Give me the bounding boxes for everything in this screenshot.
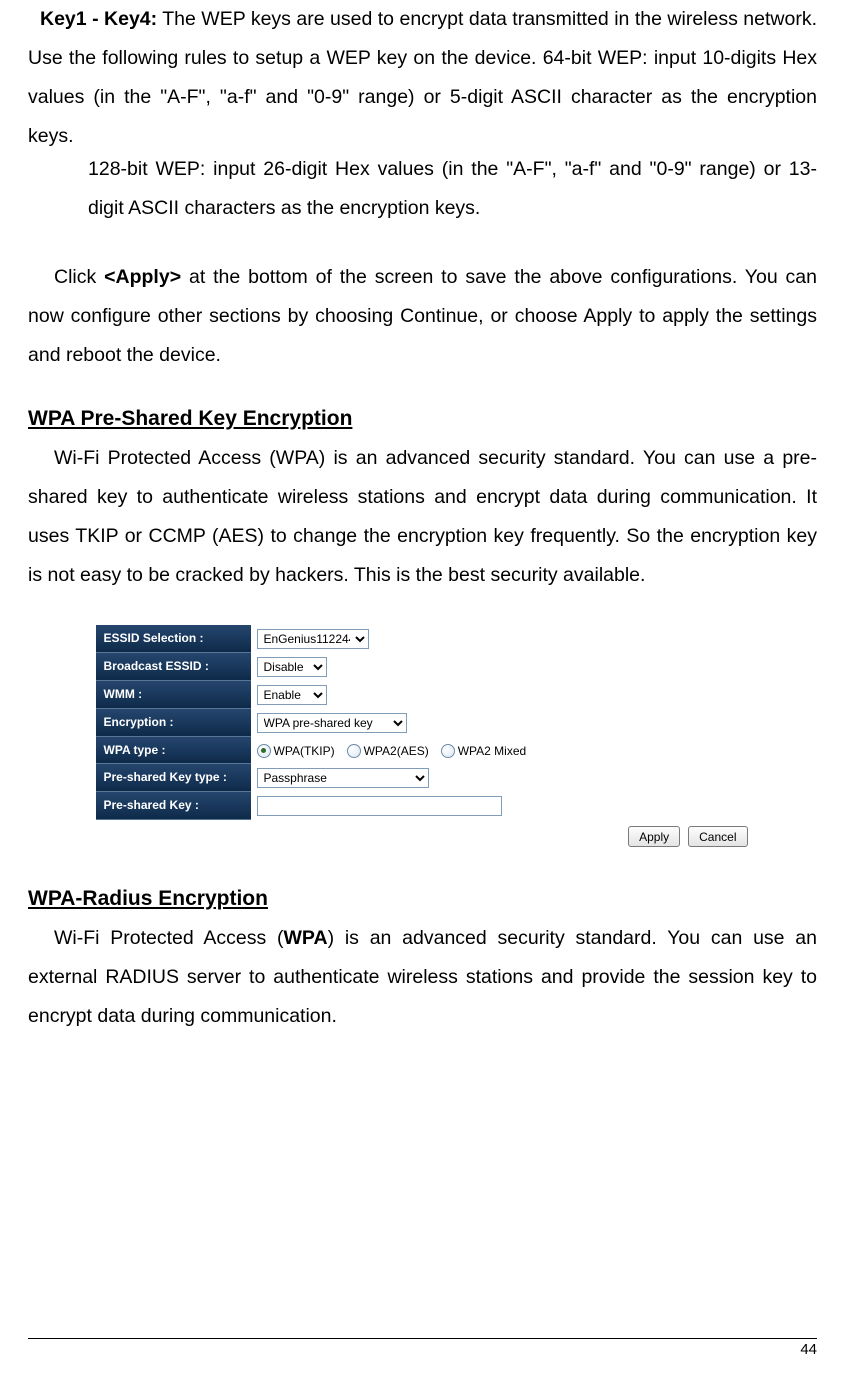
select-wmm[interactable]: Enable [257, 685, 327, 705]
radio-label-wpa2-mixed: WPA2 Mixed [458, 744, 526, 758]
select-essid[interactable]: EnGenius112244 [257, 629, 369, 649]
label-psk-type: Pre-shared Key type : [96, 764, 251, 792]
key1-key4-label: Key1 - Key4: [40, 8, 157, 30]
radio-icon [441, 744, 455, 758]
input-psk[interactable] [257, 796, 502, 816]
select-broadcast-essid[interactable]: Disable [257, 657, 327, 677]
row-encryption: Encryption : WPA pre-shared key [96, 709, 750, 737]
label-encryption: Encryption : [96, 709, 251, 737]
row-wpa-type: WPA type : WPA(TKIP) WPA2(AES) WPA2 Mixe… [96, 737, 750, 764]
form-buttons: Apply Cancel [96, 820, 750, 847]
label-wmm: WMM : [96, 681, 251, 709]
radio-icon [347, 744, 361, 758]
radio-wpa-tkip[interactable]: WPA(TKIP) [257, 744, 335, 758]
apply-paragraph: Click <Apply> at the bottom of the scree… [28, 258, 817, 375]
wpa-radius-pre: Wi-Fi Protected Access ( [54, 927, 284, 949]
row-wmm: WMM : Enable [96, 681, 750, 709]
row-broadcast-essid: Broadcast ESSID : Disable [96, 653, 750, 681]
wpa-settings-form: ESSID Selection : EnGenius112244 Broadca… [96, 625, 750, 847]
radio-wpa2-aes[interactable]: WPA2(AES) [347, 744, 429, 758]
label-essid-selection: ESSID Selection : [96, 625, 251, 653]
wep-128bit-text: 128-bit WEP: input 26-digit Hex values (… [88, 150, 817, 228]
row-essid-selection: ESSID Selection : EnGenius112244 [96, 625, 750, 653]
wep-key-definition: Key1 - Key4: The WEP keys are used to en… [28, 0, 817, 156]
apply-bold: <Apply> [104, 266, 181, 288]
wpa-radius-paragraph: Wi-Fi Protected Access (WPA) is an advan… [28, 919, 817, 1036]
row-psk-type: Pre-shared Key type : Passphrase [96, 764, 750, 792]
cancel-button[interactable]: Cancel [688, 826, 747, 847]
label-psk: Pre-shared Key : [96, 792, 251, 820]
page-number: 44 [28, 1341, 817, 1358]
radio-label-wpa-tkip: WPA(TKIP) [274, 744, 335, 758]
select-psk-type[interactable]: Passphrase [257, 768, 429, 788]
radio-icon [257, 744, 271, 758]
radio-label-wpa2-aes: WPA2(AES) [364, 744, 429, 758]
label-wpa-type: WPA type : [96, 737, 251, 764]
wpa-radius-bold: WPA [284, 927, 328, 949]
wpa-radius-heading: WPA-Radius Encryption [28, 887, 817, 911]
apply-pre: Click [54, 266, 104, 288]
select-encryption[interactable]: WPA pre-shared key [257, 713, 407, 733]
page-footer: 44 [28, 1338, 817, 1358]
wpa-psk-heading: WPA Pre-Shared Key Encryption [28, 407, 817, 431]
wpa-psk-paragraph: Wi-Fi Protected Access (WPA) is an advan… [28, 439, 817, 595]
apply-button[interactable]: Apply [628, 826, 680, 847]
radio-wpa2-mixed[interactable]: WPA2 Mixed [441, 744, 526, 758]
footer-rule [28, 1338, 817, 1339]
row-psk: Pre-shared Key : [96, 792, 750, 820]
label-broadcast-essid: Broadcast ESSID : [96, 653, 251, 681]
